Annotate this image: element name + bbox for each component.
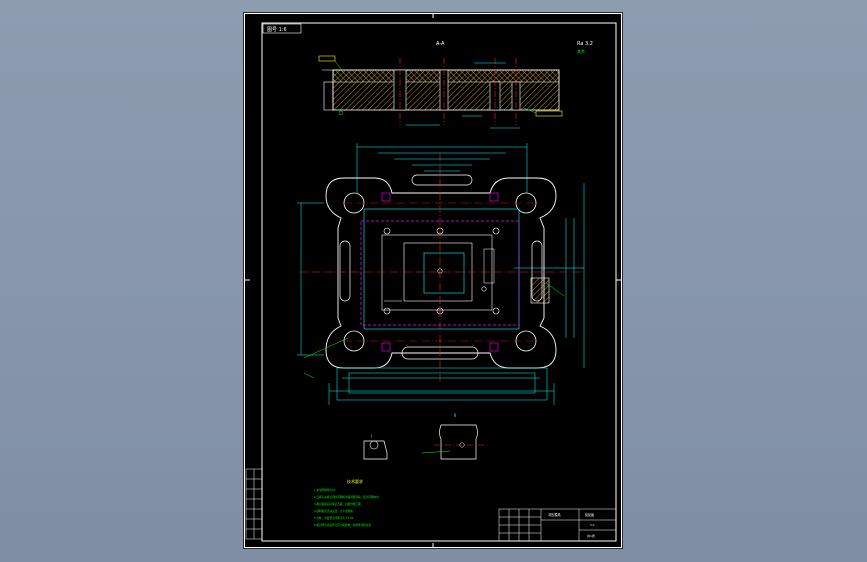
corner-tag: 图号 1:6 [267, 27, 287, 33]
section-view [318, 55, 563, 129]
note-2: 2.凸模与凹模之间的间隙按冲裁间隙选取，配合间隙均匀 [314, 495, 379, 499]
note-6: 6.模具闭合高度符合压力机要求，各零件紧固可靠 [314, 523, 371, 527]
detail-right-label: II [454, 413, 456, 418]
note-3: 3.模具装配后应保证凸模、凹模位置正确 [314, 502, 361, 506]
note-5: 5.导柱、导套配合间隙不大于0.02 [314, 516, 354, 520]
roughness-symbol: Ra 3.2 [577, 41, 593, 47]
notes-title: 技术要求 [347, 478, 363, 484]
title-sheet: 共1张 [587, 533, 595, 538]
title-scale: 1:1 [590, 523, 595, 527]
drawing-sheet: 图号 1:6 A-A Ra 3.2 其余 I II 技术要求 1.未注明倒角为C… [244, 13, 622, 548]
title-block: 冲压模具 装配图 1:1 共1张 [498, 508, 617, 542]
title-part-name: 冲压模具 [548, 512, 562, 517]
note-4: 4.卸料板应活动灵活，无卡滞现象 [314, 509, 353, 513]
detail-left-label: I [371, 434, 372, 439]
technical-notes: 技术要求 1.未注明倒角为C1 2.凸模与凹模之间的间隙按冲裁间隙选取，配合间隙… [314, 478, 379, 527]
section-label: A-A [436, 41, 445, 47]
cad-drawing: 图号 1:6 A-A Ra 3.2 其余 I II 技术要求 1.未注明倒角为C… [244, 13, 622, 548]
revision-strip [245, 468, 263, 540]
detail-views: I II [363, 413, 489, 460]
note-1: 1.未注明倒角为C1 [314, 488, 336, 492]
plan-view [297, 143, 585, 405]
roughness-note: 其余 [577, 48, 585, 54]
title-drawing-no: 装配图 [585, 512, 594, 517]
